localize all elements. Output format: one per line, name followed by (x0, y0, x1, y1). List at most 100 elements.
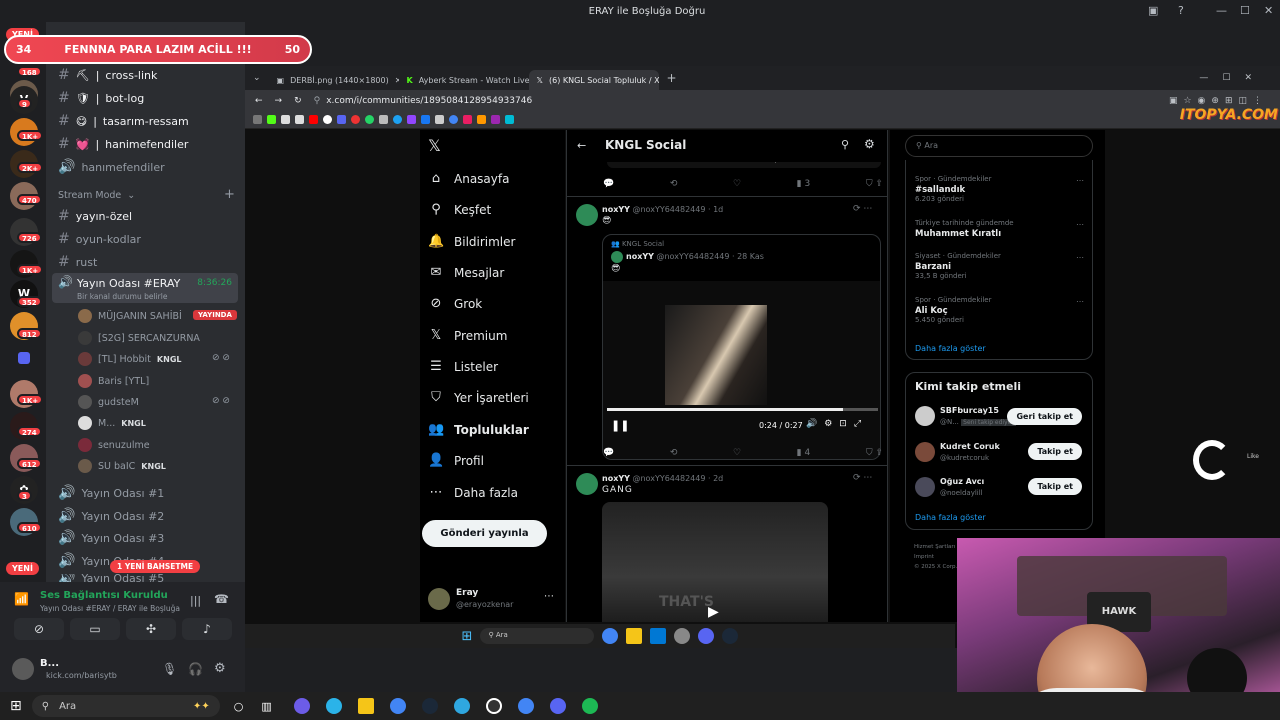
avatar[interactable] (915, 406, 935, 426)
voice-user[interactable]: M... KNGL (78, 416, 146, 430)
channel-item[interactable]: # rust (58, 254, 97, 270)
bookmark-icon[interactable] (505, 115, 514, 124)
video-player[interactable]: THAT'S ▶ (602, 502, 828, 622)
back-icon[interactable]: ← (255, 96, 263, 106)
discord-icon[interactable] (549, 698, 566, 714)
site-info-icon[interactable]: ⚲ (314, 96, 321, 106)
video-player[interactable]: ❚❚ 0:24 / 0:27 🔊⚙⊡⤢ (603, 281, 880, 459)
quoted-post[interactable]: 👥 KNGL Social noxYY @noxYY64482449 · 28 … (602, 234, 881, 460)
reload-icon[interactable]: ↻ (294, 96, 302, 106)
voice-channel-item[interactable]: 🔊 Yayın Odası #1 (58, 485, 164, 501)
footer-link[interactable]: Imprint (914, 552, 957, 562)
reply-icon[interactable]: 💬 (603, 179, 614, 189)
cortana-icon[interactable]: ○ (234, 700, 244, 713)
nav-home[interactable]: ⌂ Anasayfa (428, 171, 510, 186)
follow-name[interactable]: Kudret Coruk (940, 442, 1000, 451)
disconnect-icon[interactable]: ☎ (214, 592, 229, 606)
voice-user[interactable]: [S2G] SERCANZURNA (78, 331, 200, 345)
nav-explore[interactable]: ⚲ Keşfet (428, 202, 491, 217)
search-input[interactable]: ⚲ Ara (905, 135, 1093, 157)
nav-premium[interactable]: 𝕏 Premium (428, 328, 508, 343)
voice-user[interactable]: gudsteM (78, 395, 139, 409)
reply-icon[interactable]: 💬 (603, 448, 614, 458)
extensions-icons[interactable]: ▣☆◉⊕⊞◫⋮ (1169, 96, 1268, 106)
bookmark-icon[interactable] (491, 115, 500, 124)
voice-user[interactable]: Baris [YTL] (78, 374, 149, 388)
nav-more[interactable]: ⋯ Daha fazla (428, 485, 518, 500)
windows-start-icon[interactable]: ⊞ (462, 629, 473, 644)
mic-icon[interactable]: 🎙 (162, 662, 177, 676)
maximize-button[interactable]: ☐ (1240, 4, 1250, 17)
task-view-icon[interactable]: ▥ (261, 700, 271, 713)
video-progress-track[interactable] (607, 408, 878, 411)
copilot-icon[interactable] (325, 698, 342, 714)
tab-search-icon[interactable]: ⌄ (253, 73, 261, 83)
bookmark-icon[interactable] (421, 115, 430, 124)
nav-bookmarks[interactable]: ⛉ Yer İşaretleri (428, 390, 529, 405)
screen-share-button[interactable]: ▭ (70, 618, 120, 640)
search-icon[interactable]: ⚲ (841, 138, 849, 151)
channel-item[interactable]: # 🛡 | bot-log (58, 90, 144, 106)
help-icon[interactable]: ? (1178, 4, 1184, 17)
settings-icon[interactable]: ⚙ (214, 661, 226, 676)
voice-channel-item[interactable]: 🔊 Yayın Odası #2 (58, 508, 164, 524)
folder-icon[interactable] (18, 352, 30, 364)
headset-icon[interactable]: 🎧 (188, 662, 203, 676)
activity-button[interactable]: ✣ (126, 618, 176, 640)
avatar[interactable] (915, 477, 935, 497)
trend-item[interactable]: Spor · Gündemdekiler #sallandık 6.203 gönd… (915, 175, 1085, 203)
app-icon[interactable] (293, 698, 310, 714)
nav-grok[interactable]: ⊘ Grok (428, 296, 483, 311)
follow-name[interactable]: SBFburcay15 (940, 406, 999, 415)
like-icon[interactable]: ♡ (733, 448, 741, 458)
close-button[interactable]: ✕ (1264, 4, 1273, 17)
bookmark-icon[interactable] (351, 115, 360, 124)
channel-item[interactable]: # 💓 | hanimefendiler (58, 136, 188, 152)
post-button[interactable]: Gönderi yayınla (422, 520, 547, 547)
inbox-icon[interactable]: ▣ (1148, 4, 1158, 17)
chrome-icon[interactable] (602, 628, 619, 644)
url-field[interactable]: x.com/i/communities/1895084128954933746 (326, 96, 532, 106)
new-badge[interactable]: YENİ (6, 562, 39, 575)
channel-item[interactable]: # ⛏ | cross-link (58, 67, 157, 83)
add-channel-icon[interactable]: + (224, 187, 235, 202)
spotify-icon[interactable] (581, 698, 598, 714)
footer-link[interactable]: Hizmet Şartları (914, 542, 957, 552)
noise-icon[interactable]: ||| (190, 594, 201, 607)
bookmark-icon[interactable] (295, 115, 304, 124)
store-icon[interactable] (650, 628, 667, 644)
avatar[interactable] (428, 588, 450, 610)
channel-item[interactable]: # yayın-özel (58, 208, 132, 224)
nav-lists[interactable]: ☰ Listeler (428, 359, 498, 374)
steam-icon[interactable] (722, 628, 739, 644)
more-icon[interactable]: ⋯ (1076, 220, 1084, 229)
chrome-icon[interactable] (517, 698, 534, 714)
follow-button[interactable]: Takip et (1028, 478, 1082, 495)
app-icon[interactable] (674, 628, 691, 644)
browser-tab[interactable]: KAyberk Stream - Watch Live on✕ (399, 70, 529, 90)
bookmark-icon[interactable] (267, 115, 276, 124)
avatar[interactable] (12, 658, 34, 680)
folder-icon[interactable] (357, 698, 374, 714)
apps-icon[interactable] (253, 115, 262, 124)
active-voice-channel[interactable]: 🔊 Yayın Odası #ERAY 8:36:26 Bir kanal du… (52, 273, 238, 303)
browser-tab-active[interactable]: 𝕏(6) KNGL Social Topluluk / X✕ (528, 70, 659, 90)
settings-icon[interactable]: ⚙ (864, 137, 875, 151)
voice-user[interactable]: MÜJGANIN SAHİBİ (78, 309, 182, 323)
avatar[interactable] (576, 473, 598, 495)
discord-icon[interactable] (698, 628, 715, 644)
voice-channel-item[interactable]: 🔊 Yayın Odası #3 (58, 530, 164, 546)
follow-button[interactable]: Takip et (1028, 443, 1082, 460)
more-icon[interactable]: ⋯ (1076, 253, 1084, 262)
bookmark-icon[interactable] (393, 115, 402, 124)
video-controls-icons[interactable]: 🔊⚙⊡⤢ (806, 419, 868, 429)
nav-communities[interactable]: 👥 Topluluklar (428, 422, 529, 437)
windows-start-icon[interactable]: ⊞ (10, 698, 22, 714)
steam-icon[interactable] (421, 698, 438, 714)
voice-status[interactable]: Ses Bağlantısı Kuruldu (40, 590, 168, 601)
bookmark-icon[interactable] (477, 115, 486, 124)
nav-profile[interactable]: 👤 Profil (428, 453, 484, 468)
pause-icon[interactable]: ❚❚ (611, 419, 629, 432)
trend-item[interactable]: Siyaset · Gündemdekiler Barzani 33,5 B gön… (915, 252, 1085, 280)
follow-name[interactable]: Oğuz Avcı (940, 477, 984, 486)
